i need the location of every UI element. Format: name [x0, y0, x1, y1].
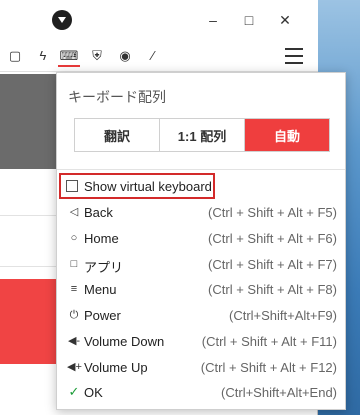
layout-segmented-control: 翻訳 1:1 配列 自動: [74, 118, 330, 152]
menu-icon: ≡: [70, 283, 78, 295]
menu-item-label: Back: [84, 205, 113, 220]
content-dark-band: [0, 74, 60, 169]
menu-item-power[interactable]: ⏻ Power (Ctrl+Shift+Alt+F9): [57, 305, 345, 327]
menu-item-shortcut: (Ctrl+Shift+Alt+End): [221, 385, 337, 400]
highlight-box: [59, 173, 215, 199]
content-divider: [0, 215, 60, 216]
power-icon: ⏻: [69, 309, 79, 321]
segment-translate-button[interactable]: 翻訳: [75, 119, 160, 151]
menu-item-shortcut: (Ctrl+Shift+Alt+F9): [228, 308, 337, 323]
minimize-icon[interactable]: –: [202, 9, 224, 31]
content-divider: [0, 266, 60, 267]
close-icon[interactable]: ✕: [274, 9, 296, 31]
segment-one-to-one-button[interactable]: 1:1 配列: [160, 119, 245, 151]
menu-item-volume-down[interactable]: ◀- Volume Down (Ctrl + Shift + Alt + F11…: [57, 331, 345, 353]
menu-item-apps[interactable]: □ アプリ (Ctrl + Shift + Alt + F7): [57, 254, 345, 276]
menu-item-menu[interactable]: ≡ Menu (Ctrl + Shift + Alt + F8): [57, 279, 345, 301]
menu-item-shortcut: (Ctrl + Shift + Alt + F11): [201, 334, 337, 349]
popup-title: キーボード配列: [68, 89, 166, 105]
menu-item-label: OK: [84, 385, 103, 400]
ok-check-icon: ✓: [68, 384, 80, 399]
menu-item-shortcut: (Ctrl + Shift + Alt + F6): [208, 231, 337, 246]
record-icon[interactable]: ◉: [114, 45, 136, 67]
chat-icon[interactable]: ▢: [4, 45, 26, 67]
menu-item-label: Power: [84, 308, 121, 323]
title-bar: – □ ✕: [0, 0, 318, 40]
app-logo-icon: [52, 10, 72, 30]
keyboard-layout-popup: キーボード配列 翻訳 1:1 配列 自動 Show virtual keyboa…: [56, 72, 346, 410]
menu-item-shortcut: (Ctrl + Shift + Alt + F5): [208, 205, 337, 220]
segment-auto-button[interactable]: 自動: [245, 119, 329, 151]
flash-icon[interactable]: ϟ: [32, 45, 54, 67]
toolbar: ▢ ϟ ⌨ ⛨ ◉ ∕: [0, 40, 318, 72]
menu-item-label: アプリ: [84, 260, 124, 275]
back-icon: ◁: [69, 206, 79, 218]
menu-item-label: Home: [84, 231, 119, 246]
maximize-icon[interactable]: □: [238, 9, 260, 31]
menu-item-back[interactable]: ◁ Back (Ctrl + Shift + Alt + F5): [57, 202, 345, 224]
menu-item-shortcut: (Ctrl + Shift + Alt + F8): [208, 282, 337, 297]
menu-item-volume-up[interactable]: ◀+ Volume Up (Ctrl + Shift + Alt + F12): [57, 357, 345, 379]
menu-item-label: Volume Up: [84, 360, 148, 375]
shield-icon[interactable]: ⛨: [86, 45, 108, 67]
menu-item-ok[interactable]: ✓ OK (Ctrl+Shift+Alt+End): [57, 382, 345, 404]
volume-down-icon: ◀-: [67, 335, 81, 347]
home-icon: ○: [70, 232, 78, 244]
menu-item-shortcut: (Ctrl + Shift + Alt + F12): [200, 360, 337, 375]
hamburger-menu-icon[interactable]: [285, 48, 303, 64]
menu-item-label: Menu: [84, 282, 117, 297]
apps-icon: □: [70, 258, 78, 270]
content-red-band: [0, 279, 60, 364]
menu-item-shortcut: (Ctrl + Shift + Alt + F7): [208, 257, 337, 272]
volume-up-icon: ◀+: [67, 361, 82, 373]
menu-item-label: Volume Down: [84, 334, 165, 349]
menu-item-home[interactable]: ○ Home (Ctrl + Shift + Alt + F6): [57, 228, 345, 250]
popup-divider: [57, 169, 345, 170]
pen-icon[interactable]: ∕: [142, 45, 164, 67]
